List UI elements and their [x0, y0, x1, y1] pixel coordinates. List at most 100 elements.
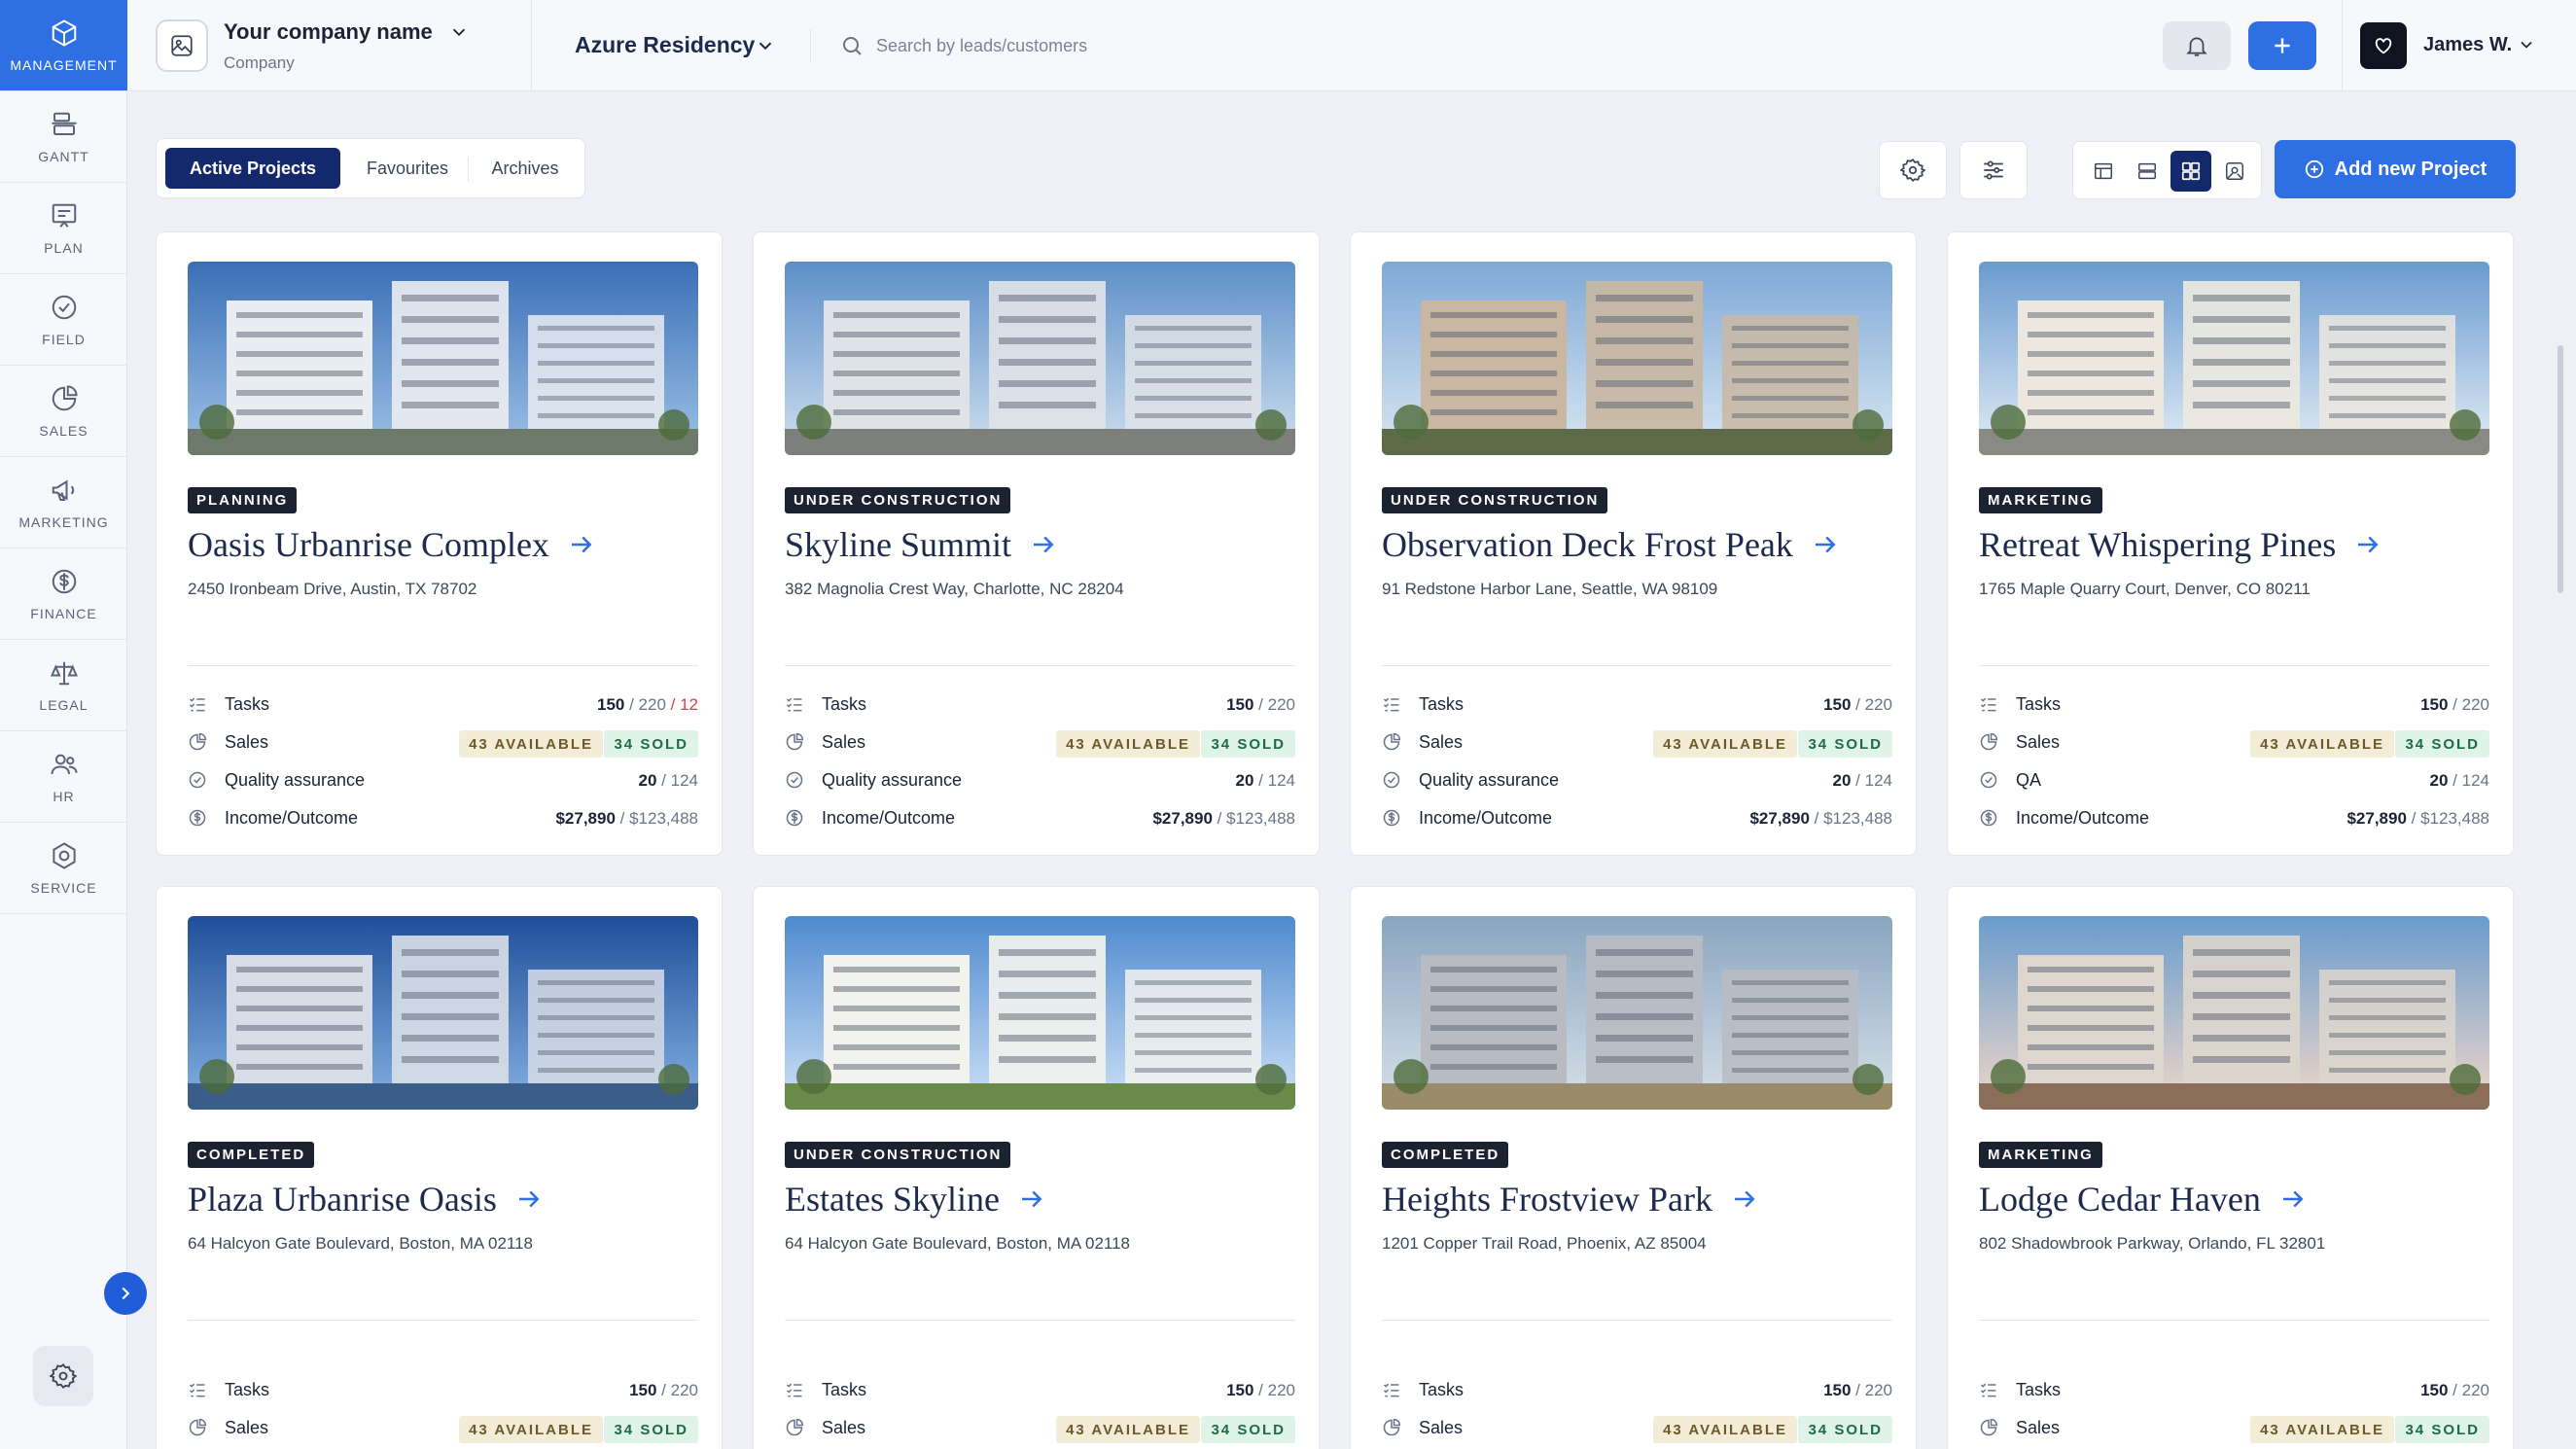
view-grid-button[interactable]: [2170, 151, 2211, 192]
sidebar-item-hr[interactable]: HR: [0, 731, 127, 823]
project-card[interactable]: MARKETING Retreat Whispering Pines 1765 …: [1947, 231, 2514, 856]
project-title-text[interactable]: Skyline Summit: [785, 524, 1011, 565]
sidebar-item-label: MANAGEMENT: [10, 56, 118, 73]
metric-sales: Sales 43 AVAILABLE 34 SOLD: [785, 1413, 1295, 1443]
sidebar-item-label: FIELD: [42, 331, 86, 347]
pie-chart-icon: [189, 1418, 207, 1436]
sidebar-item-plan[interactable]: PLAN: [0, 183, 127, 274]
arrow-right-icon[interactable]: [2278, 1184, 2308, 1214]
project-title-text[interactable]: Retreat Whispering Pines: [1979, 524, 2336, 565]
project-card[interactable]: COMPLETED Heights Frostview Park 1201 Co…: [1350, 886, 1917, 1449]
metric-label: Tasks: [1419, 1380, 1464, 1399]
arrow-right-icon[interactable]: [1017, 1184, 1046, 1214]
scales-icon: [50, 661, 78, 685]
settings-button[interactable]: [33, 1346, 93, 1406]
chevron-down-icon[interactable]: [2517, 35, 2536, 54]
project-title[interactable]: Lodge Cedar Haven: [1979, 1179, 2308, 1219]
project-card[interactable]: UNDER CONSTRUCTION Observation Deck Fros…: [1350, 231, 1917, 856]
metric-income: Income/Outcome $27,890 / $123,488: [785, 803, 1295, 832]
status-badge: UNDER CONSTRUCTION: [1382, 487, 1608, 513]
project-card[interactable]: UNDER CONSTRUCTION Estates Skyline 64 Ha…: [753, 886, 1320, 1449]
create-button[interactable]: [2248, 21, 2316, 70]
scrollbar[interactable]: [2558, 345, 2563, 593]
project-address: 802 Shadowbrook Parkway, Orlando, FL 328…: [1979, 1234, 2326, 1253]
sidebar-item-sales[interactable]: SALES: [0, 366, 127, 457]
sidebar-item-finance[interactable]: FINANCE: [0, 548, 127, 640]
company-name[interactable]: Your company name: [224, 19, 433, 45]
tab-archives[interactable]: Archives: [472, 148, 579, 189]
user-name[interactable]: James W.: [2423, 34, 2512, 56]
project-title-text[interactable]: Observation Deck Frost Peak: [1382, 524, 1793, 565]
gantt-icon: [52, 112, 76, 135]
tab-favourites[interactable]: Favourites: [349, 148, 466, 189]
project-card[interactable]: PLANNING Oasis Urbanrise Complex 2450 Ir…: [156, 231, 723, 856]
heart-logo-icon: [2375, 38, 2392, 54]
project-title-text[interactable]: Oasis Urbanrise Complex: [188, 524, 549, 565]
metric-label: Quality assurance: [1419, 770, 1560, 790]
project-title[interactable]: Plaza Urbanrise Oasis: [188, 1179, 544, 1219]
arrow-right-icon[interactable]: [567, 530, 596, 559]
project-title[interactable]: Heights Frostview Park: [1382, 1179, 1759, 1219]
tab-active-projects[interactable]: Active Projects: [165, 148, 340, 189]
project-title-text[interactable]: Heights Frostview Park: [1382, 1179, 1712, 1219]
project-image: [1382, 916, 1892, 1110]
metric-value: $27,890 / $123,488: [1152, 809, 1295, 828]
sidebar-item-management[interactable]: MANAGEMENT: [0, 0, 127, 91]
view-table-button[interactable]: [2083, 151, 2124, 192]
metric-label: Tasks: [822, 694, 867, 714]
project-title[interactable]: Retreat Whispering Pines: [1979, 524, 2382, 565]
chevron-right-icon: [122, 1287, 130, 1300]
service-icon: [52, 841, 76, 869]
sidebar-item-marketing[interactable]: MARKETING: [0, 457, 127, 548]
chevron-down-icon[interactable]: [448, 21, 470, 43]
plus-circle-icon: [2305, 159, 2323, 179]
metric-sales: Sales 43 AVAILABLE 34 SOLD: [1979, 727, 2489, 758]
project-title[interactable]: Estates Skyline: [785, 1179, 1046, 1219]
project-title[interactable]: Observation Deck Frost Peak: [1382, 524, 1840, 565]
arrow-right-icon[interactable]: [514, 1184, 544, 1214]
project-title-text[interactable]: Plaza Urbanrise Oasis: [188, 1179, 497, 1219]
arrow-right-icon[interactable]: [1811, 530, 1840, 559]
project-title-text[interactable]: Lodge Cedar Haven: [1979, 1179, 2261, 1219]
company-logo[interactable]: [156, 19, 208, 72]
view-map-button[interactable]: [2214, 151, 2255, 192]
metric-value: 20 / 124: [638, 771, 698, 790]
metric-tasks: Tasks 150 / 220: [1979, 1375, 2489, 1404]
sidebar: MANAGEMENT GANTT PLAN FIELD SALES MARKET…: [0, 0, 127, 1449]
project-card[interactable]: MARKETING Lodge Cedar Haven 802 Shadowbr…: [1947, 886, 2514, 1449]
sidebar-item-legal[interactable]: LEGAL: [0, 640, 127, 731]
arrow-right-icon[interactable]: [2353, 530, 2382, 559]
dollar-icon: [1980, 809, 1997, 827]
add-project-button[interactable]: Add new Project: [2275, 140, 2516, 198]
project-selector[interactable]: Azure Residency: [575, 32, 755, 58]
search-input[interactable]: [876, 31, 1362, 60]
project-title[interactable]: Skyline Summit: [785, 524, 1058, 565]
notifications-button[interactable]: [2163, 21, 2231, 70]
project-card[interactable]: UNDER CONSTRUCTION Skyline Summit 382 Ma…: [753, 231, 1320, 856]
project-title[interactable]: Oasis Urbanrise Complex: [188, 524, 596, 565]
sidebar-item-field[interactable]: FIELD: [0, 274, 127, 366]
sidebar-item-label: FINANCE: [30, 605, 97, 621]
view-list-button[interactable]: [2127, 151, 2168, 192]
arrow-right-icon[interactable]: [1730, 1184, 1759, 1214]
metric-sales: Sales 43 AVAILABLE 34 SOLD: [1382, 727, 1892, 758]
sidebar-expand-button[interactable]: [104, 1272, 147, 1315]
metric-label: Tasks: [225, 694, 270, 714]
metric-label: Sales: [225, 732, 269, 752]
arrow-right-icon[interactable]: [1029, 530, 1058, 559]
available-badge: 43 AVAILABLE: [1653, 1416, 1797, 1443]
filter-button[interactable]: [1959, 141, 2028, 199]
avatar[interactable]: [2360, 22, 2407, 69]
project-title-text[interactable]: Estates Skyline: [785, 1179, 1000, 1219]
check-circle-icon: [786, 771, 803, 789]
metric-label: Sales: [225, 1418, 269, 1437]
status-badge: COMPLETED: [1382, 1142, 1509, 1168]
divider: [810, 29, 811, 62]
sidebar-item-gantt[interactable]: GANTT: [0, 91, 127, 183]
project-card[interactable]: COMPLETED Plaza Urbanrise Oasis 64 Halcy…: [156, 886, 723, 1449]
sidebar-item-service[interactable]: SERVICE: [0, 823, 127, 914]
metric-sales: Sales 43 AVAILABLE 34 SOLD: [1979, 1413, 2489, 1443]
chevron-down-icon[interactable]: [755, 35, 776, 56]
settings-button[interactable]: [1879, 141, 1947, 199]
sold-badge: 34 SOLD: [1798, 730, 1892, 758]
